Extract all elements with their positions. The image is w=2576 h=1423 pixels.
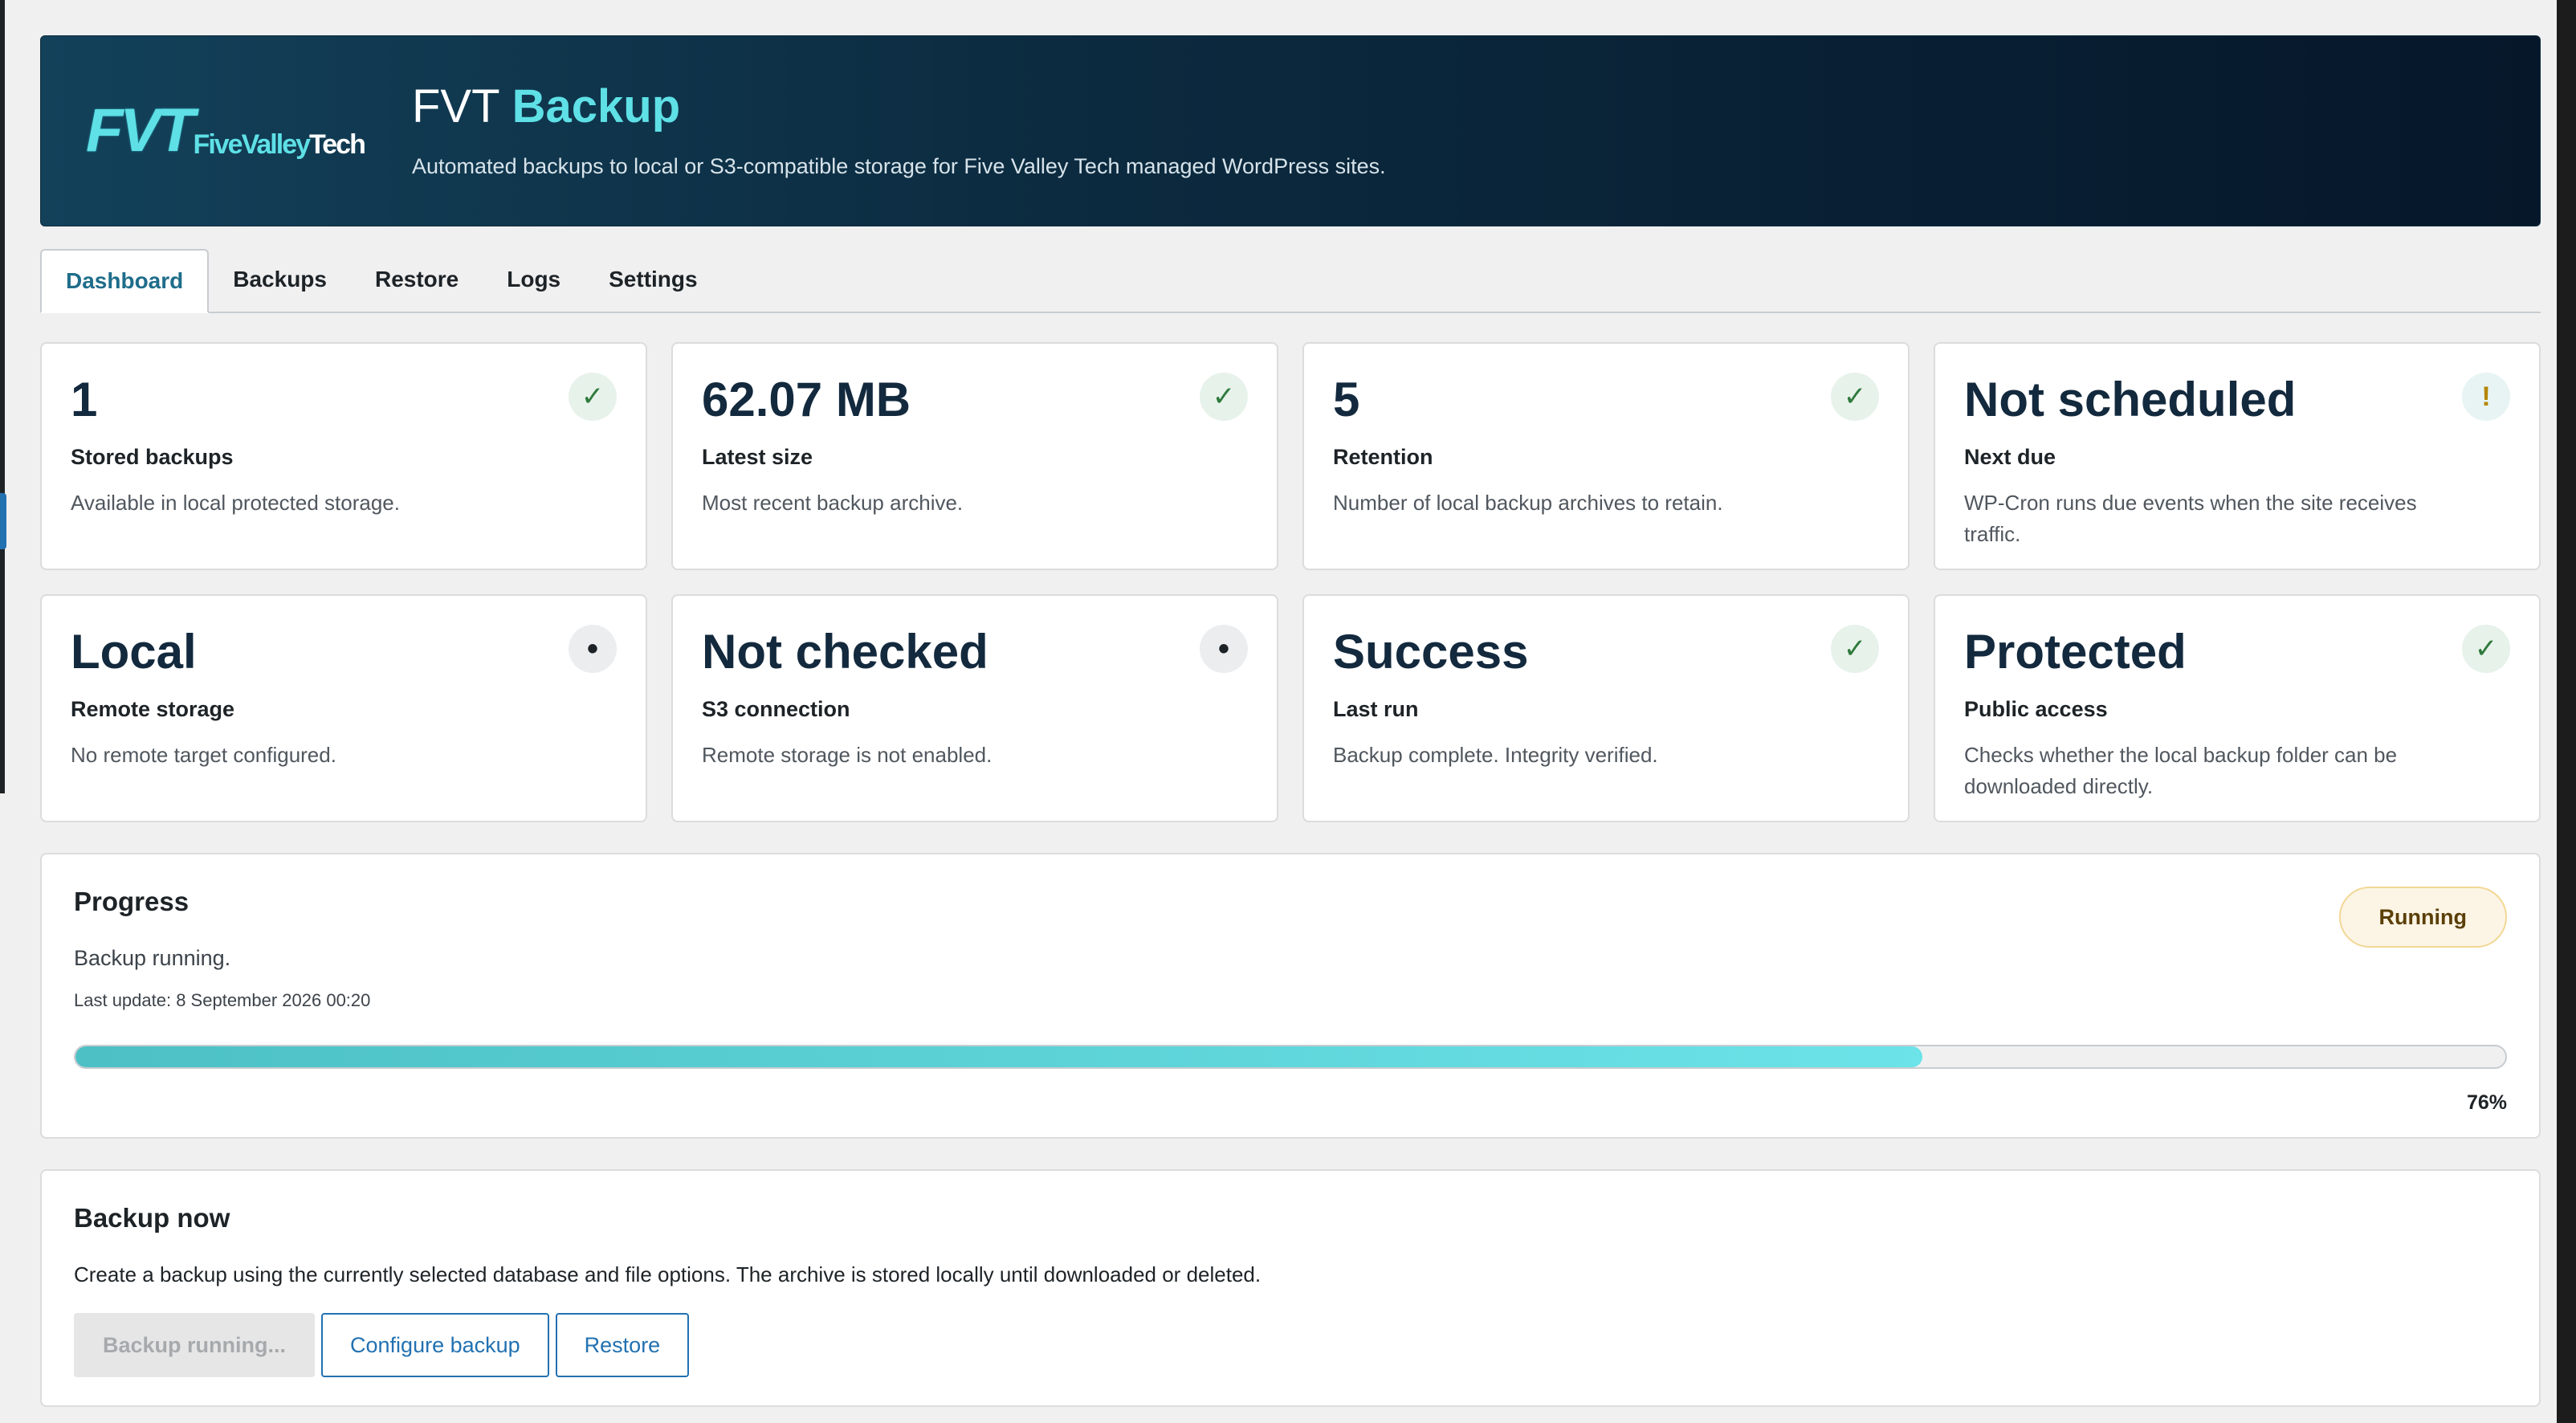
card-retention: 5 Retention Number of local backup archi… bbox=[1302, 342, 1910, 570]
dot-icon: • bbox=[569, 625, 617, 673]
card-label: Retention bbox=[1333, 445, 1433, 469]
card-remote-storage: Local Remote storage No remote target co… bbox=[40, 594, 647, 822]
backup-running-button[interactable]: Backup running... bbox=[74, 1313, 316, 1377]
check-icon: ✓ bbox=[1200, 373, 1248, 421]
card-value: Success bbox=[1333, 625, 1529, 679]
card-description: Most recent backup archive. bbox=[702, 491, 964, 515]
card-description: Number of local backup archives to retai… bbox=[1333, 491, 1723, 515]
window-edge-handle bbox=[0, 493, 6, 549]
header-text: FVT Backup Automated backups to local or… bbox=[412, 80, 1386, 179]
status-badge: Running bbox=[2338, 887, 2507, 948]
tab-dashboard[interactable]: Dashboard bbox=[40, 249, 210, 313]
card-description: No remote target configured. bbox=[71, 743, 336, 767]
card-value: Not checked bbox=[702, 625, 988, 679]
tab-backups[interactable]: Backups bbox=[209, 247, 351, 312]
plugin-header: FVT FiveValleyTech FVT Backup Automated … bbox=[40, 35, 2541, 226]
card-value: Local bbox=[71, 625, 197, 679]
card-description: WP-Cron runs due events when the site re… bbox=[1964, 491, 2417, 546]
card-label: Stored backups bbox=[71, 445, 234, 469]
logo-wordmark: FiveValleyTech bbox=[193, 129, 366, 160]
dot-icon: • bbox=[1200, 625, 1248, 673]
warning-icon: ! bbox=[2462, 373, 2510, 421]
backup-now-title: Backup now bbox=[74, 1203, 230, 1233]
restore-button[interactable]: Restore bbox=[555, 1313, 690, 1377]
tab-restore[interactable]: Restore bbox=[351, 247, 483, 312]
nav-tabs: Dashboard Backups Restore Logs Settings bbox=[40, 249, 2541, 313]
card-label: Latest size bbox=[702, 445, 813, 469]
check-icon: ✓ bbox=[2462, 625, 2510, 673]
card-stored-backups: 1 Stored backups Available in local prot… bbox=[40, 342, 647, 570]
tab-logs[interactable]: Logs bbox=[483, 247, 585, 312]
card-value: Protected bbox=[1964, 625, 2187, 679]
card-value: 1 bbox=[71, 373, 98, 426]
card-value: 5 bbox=[1333, 373, 1360, 426]
progress-percent: 76% bbox=[2466, 1091, 2507, 1114]
backup-actions: Backup running... Configure backup Resto… bbox=[74, 1313, 2507, 1377]
page-wrap: FVT FiveValleyTech FVT Backup Automated … bbox=[40, 35, 2541, 1407]
card-description: Available in local protected storage. bbox=[71, 491, 400, 515]
configure-backup-button[interactable]: Configure backup bbox=[321, 1313, 549, 1377]
progress-bar bbox=[74, 1045, 2507, 1069]
card-s3-connection: Not checked S3 connection Remote storage… bbox=[671, 594, 1278, 822]
card-description: Checks whether the local backup folder c… bbox=[1964, 743, 2398, 798]
card-label: S3 connection bbox=[702, 697, 850, 721]
backup-now-description: Create a backup using the currently sele… bbox=[74, 1262, 1262, 1286]
progress-panel: Progress Running Backup running. Last up… bbox=[40, 853, 2541, 1139]
progress-message: Backup running. bbox=[74, 946, 231, 970]
card-last-run: Success Last run Backup complete. Integr… bbox=[1302, 594, 1910, 822]
card-label: Public access bbox=[1964, 697, 2108, 721]
card-value: 62.07 MB bbox=[702, 373, 911, 426]
logo-mark: FVT bbox=[86, 96, 195, 165]
card-label: Last run bbox=[1333, 697, 1419, 721]
card-label: Next due bbox=[1964, 445, 2056, 469]
tab-settings[interactable]: Settings bbox=[585, 247, 721, 312]
fvt-logo: FVT FiveValleyTech bbox=[86, 100, 367, 161]
card-public-access: Protected Public access Checks whether t… bbox=[1934, 594, 2541, 822]
progress-bar-fill bbox=[75, 1046, 1922, 1067]
page-subtitle: Automated backups to local or S3-compati… bbox=[412, 153, 1386, 178]
window-edge-right bbox=[2557, 0, 2576, 1423]
backup-now-panel: Backup now Create a backup using the cur… bbox=[40, 1169, 2541, 1407]
page-title: FVT Backup bbox=[412, 80, 681, 133]
card-label: Remote storage bbox=[71, 697, 235, 721]
card-latest-size: 62.07 MB Latest size Most recent backup … bbox=[671, 342, 1278, 570]
card-value: Not scheduled bbox=[1964, 373, 2297, 426]
progress-title: Progress bbox=[74, 887, 190, 916]
check-icon: ✓ bbox=[1831, 625, 1879, 673]
progress-last-update: Last update: 8 September 2026 00:20 bbox=[74, 990, 371, 1010]
check-icon: ✓ bbox=[1831, 373, 1879, 421]
card-description: Remote storage is not enabled. bbox=[702, 743, 992, 767]
card-description: Backup complete. Integrity verified. bbox=[1333, 743, 1658, 767]
check-icon: ✓ bbox=[569, 373, 617, 421]
card-next-due: Not scheduled Next due WP-Cron runs due … bbox=[1934, 342, 2541, 570]
status-cards: 1 Stored backups Available in local prot… bbox=[40, 342, 2541, 822]
window-edge bbox=[0, 0, 5, 793]
